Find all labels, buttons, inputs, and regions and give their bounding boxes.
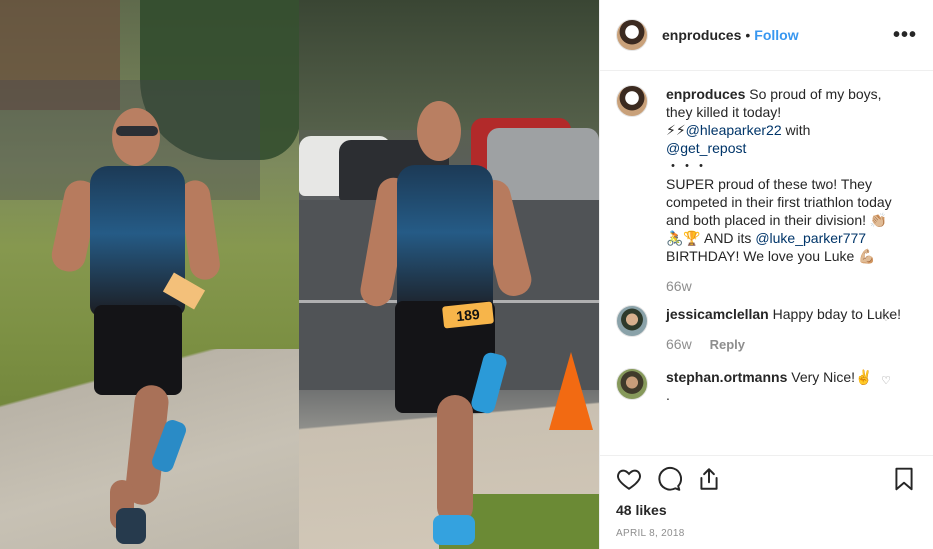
- caption-emoji: ⚡⚡: [666, 122, 686, 138]
- like-comment-heart-icon[interactable]: ♡: [881, 311, 891, 324]
- comment-text: Very Nice!✌️: [791, 369, 873, 385]
- bookmark-icon[interactable]: [891, 466, 917, 492]
- comments-list: enproduces So proud of my boys, they kil…: [600, 71, 933, 455]
- reply-button[interactable]: Reply: [710, 337, 745, 352]
- caption-comment: enproduces So proud of my boys, they kil…: [616, 85, 917, 295]
- caption-text: BIRTHDAY! We love you Luke 💪🏼: [666, 248, 876, 264]
- comment: jessicamclellan Happy bday to Luke! 66w …: [616, 305, 917, 354]
- comment: stephan.ortmanns Very Nice!✌️ . ♡: [616, 368, 917, 404]
- photo-right-panel: 189: [299, 0, 599, 549]
- photo-left-panel: [0, 0, 299, 549]
- caption-username[interactable]: enproduces: [666, 86, 745, 102]
- mention-link[interactable]: @get_repost: [666, 140, 746, 156]
- caption-text: SUPER proud of these two! They competed …: [666, 176, 892, 228]
- separator-dot: •: [745, 27, 751, 43]
- timestamp[interactable]: 66w: [666, 336, 692, 352]
- avatar[interactable]: [616, 19, 648, 51]
- comment-username[interactable]: jessicamclellan: [666, 306, 769, 322]
- post-date[interactable]: APRIL 8, 2018: [616, 528, 917, 539]
- mention-link[interactable]: @luke_parker777: [755, 230, 866, 246]
- comment-username[interactable]: stephan.ortmanns: [666, 369, 787, 385]
- more-options-icon[interactable]: •••: [893, 24, 917, 47]
- timestamp[interactable]: 66w: [666, 278, 692, 294]
- avatar[interactable]: [616, 305, 648, 337]
- share-icon[interactable]: [696, 466, 722, 492]
- likes-count[interactable]: 48 likes: [616, 502, 917, 518]
- caption-text: with: [785, 122, 811, 138]
- avatar[interactable]: [616, 85, 648, 117]
- comment-text: .: [666, 387, 670, 403]
- like-comment-heart-icon[interactable]: ♡: [881, 374, 891, 387]
- post-photo[interactable]: 189: [0, 0, 599, 549]
- username-link[interactable]: enproduces: [662, 27, 741, 43]
- mention-link[interactable]: @hleaparker22: [686, 122, 782, 138]
- caption-text: 🚴🏆 AND its: [666, 230, 752, 246]
- instagram-post: 189 enproduces • Follow ••• enproduces S…: [0, 0, 933, 549]
- post-sidebar: enproduces • Follow ••• enproduces So pr…: [599, 0, 933, 549]
- comment-bubble-icon[interactable]: [656, 466, 682, 492]
- post-header: enproduces • Follow •••: [600, 0, 933, 71]
- caption-dots: ・・・: [666, 158, 708, 174]
- like-heart-icon[interactable]: [616, 466, 642, 492]
- follow-button[interactable]: Follow: [754, 27, 798, 43]
- post-actions: 48 likes APRIL 8, 2018: [600, 455, 933, 539]
- avatar[interactable]: [616, 368, 648, 400]
